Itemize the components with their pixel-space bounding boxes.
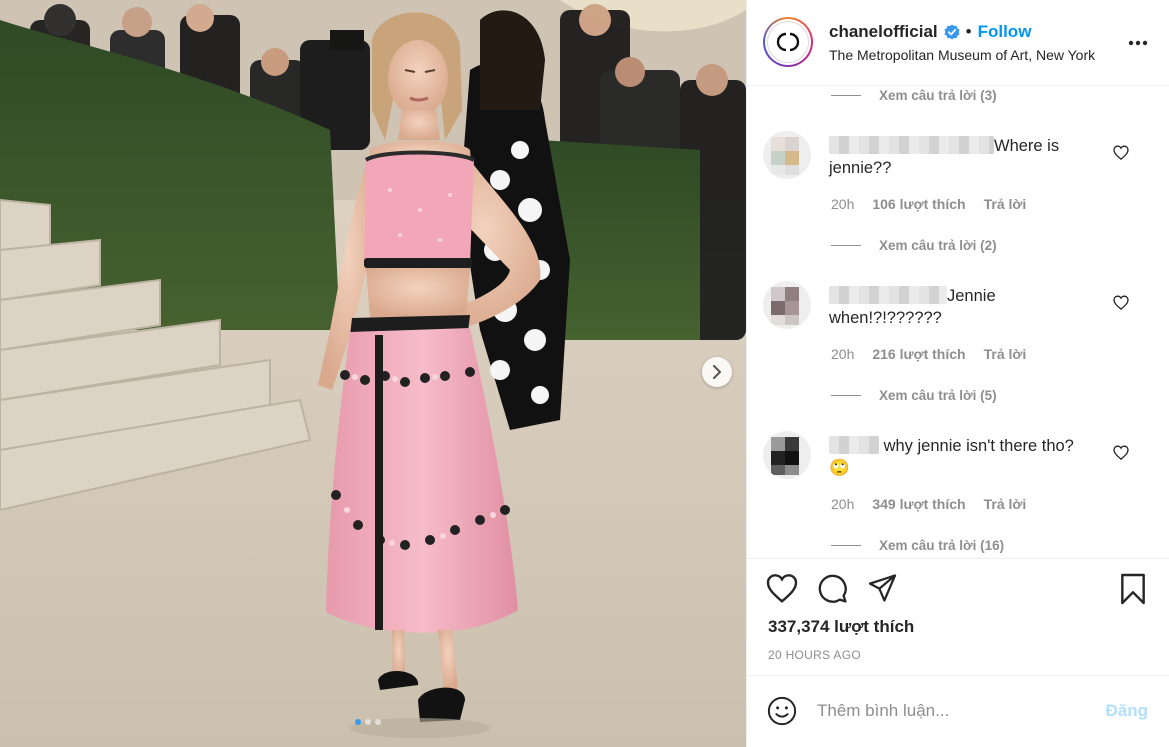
save-button[interactable] <box>1119 573 1147 610</box>
comment-meta: 20h 106 lượt thích Trả lời <box>831 196 1026 212</box>
avatar[interactable] <box>763 17 813 67</box>
chevron-right-icon <box>713 365 721 379</box>
reply-button[interactable]: Trả lời <box>984 346 1027 362</box>
verified-badge-icon <box>944 24 960 40</box>
post-side-panel: chanelofficial • Follow The Metropolitan… <box>746 0 1169 747</box>
comment-item: Jennie when!?!?????? 20h 216 lượt thích … <box>747 277 1169 403</box>
redacted-username <box>829 136 994 154</box>
comment-likes[interactable]: 216 lượt thích <box>872 346 965 362</box>
comment-likes[interactable]: 106 lượt thích <box>872 196 965 212</box>
view-replies-button[interactable]: Xem câu trả lời (5) <box>831 388 997 403</box>
heart-icon <box>766 574 798 603</box>
pixelated-avatar-image <box>763 281 811 329</box>
replies-line <box>831 545 861 546</box>
carousel-dot-active <box>355 719 361 725</box>
photo-illustration <box>0 0 746 747</box>
add-comment-bar: Đăng <box>747 675 1169 747</box>
replies-line <box>831 245 861 246</box>
comment-text: why jennie isn't there tho? 🙄 <box>829 435 1109 479</box>
comment-likes[interactable]: 349 lượt thích <box>872 496 965 512</box>
separator-bullet: • <box>965 22 972 41</box>
pixelated-avatar-image <box>763 431 811 479</box>
heart-icon <box>1113 445 1129 461</box>
eye-roll-emoji: 🙄 <box>829 459 850 477</box>
more-horizontal-icon <box>1128 40 1148 46</box>
comment-meta: 20h 349 lượt thích Trả lời <box>831 496 1026 512</box>
comment-like-button[interactable] <box>1113 445 1129 465</box>
username[interactable]: chanelofficial <box>829 22 938 42</box>
follow-button[interactable]: Follow <box>978 22 1032 42</box>
comment-time: 20h <box>831 346 855 362</box>
like-button[interactable] <box>766 573 798 608</box>
heart-icon <box>1113 145 1129 161</box>
comment-avatar[interactable] <box>763 131 811 179</box>
redacted-username <box>829 286 947 304</box>
username-row: chanelofficial • Follow <box>829 22 1031 42</box>
share-icon <box>868 574 897 602</box>
replies-line <box>831 395 861 396</box>
replies-line <box>831 95 861 96</box>
post-timestamp[interactable]: 20 HOURS AGO <box>768 648 861 662</box>
view-replies-label: Xem câu trả lời (2) <box>879 238 997 253</box>
smiley-icon <box>767 696 797 726</box>
comment-like-button[interactable] <box>1113 145 1129 165</box>
comment-time: 20h <box>831 196 855 212</box>
comment-text: Where is jennie?? <box>829 135 1109 179</box>
post-comment-button[interactable]: Đăng <box>1106 701 1149 721</box>
post-photo[interactable] <box>0 0 746 747</box>
comment-time: 20h <box>831 496 855 512</box>
emoji-picker-button[interactable] <box>767 696 797 731</box>
carousel-dot <box>365 719 371 725</box>
pixelated-avatar-image <box>763 131 811 179</box>
likes-count[interactable]: 337,374 lượt thích <box>768 617 914 637</box>
comment-item: why jennie isn't there tho? 🙄 20h 349 lư… <box>747 427 1169 557</box>
comment-avatar[interactable] <box>763 431 811 479</box>
comment-icon <box>818 574 847 603</box>
carousel-next-button[interactable] <box>702 357 732 387</box>
view-replies-label: Xem câu trả lời (16) <box>879 538 1005 553</box>
comments-list[interactable]: Xem câu trả lời (3) Where is jennie?? 20… <box>747 87 1169 558</box>
view-replies-label: Xem câu trả lời (3) <box>879 88 997 103</box>
comment-button[interactable] <box>817 573 848 609</box>
carousel-dot <box>375 719 381 725</box>
heart-icon <box>1113 295 1129 311</box>
comment-avatar[interactable] <box>763 281 811 329</box>
view-replies-label: Xem câu trả lời (5) <box>879 388 997 403</box>
share-button[interactable] <box>867 573 898 608</box>
more-options-button[interactable] <box>1128 33 1148 51</box>
bookmark-icon <box>1121 573 1145 605</box>
comment-body: why jennie isn't there tho? <box>883 437 1074 455</box>
comment-like-button[interactable] <box>1113 295 1129 315</box>
reply-button[interactable]: Trả lời <box>984 196 1027 212</box>
post-actions: 337,374 lượt thích 20 HOURS AGO <box>747 558 1169 675</box>
location-link[interactable]: The Metropolitan Museum of Art, New York <box>829 47 1095 63</box>
comment-meta: 20h 216 lượt thích Trả lời <box>831 346 1026 362</box>
view-replies-button[interactable]: Xem câu trả lời (3) <box>831 88 997 103</box>
view-replies-button[interactable]: Xem câu trả lời (16) <box>831 538 1004 553</box>
comment-item: Where is jennie?? 20h 106 lượt thích Trả… <box>747 127 1169 253</box>
chanel-logo-icon <box>776 32 800 52</box>
view-replies-button[interactable]: Xem câu trả lời (2) <box>831 238 997 253</box>
post-header: chanelofficial • Follow The Metropolitan… <box>747 0 1169 86</box>
comment-input[interactable] <box>817 698 1087 724</box>
carousel-dots <box>355 719 381 725</box>
redacted-username <box>829 436 879 454</box>
reply-button[interactable]: Trả lời <box>984 496 1027 512</box>
comment-text: Jennie when!?!?????? <box>829 285 1029 329</box>
